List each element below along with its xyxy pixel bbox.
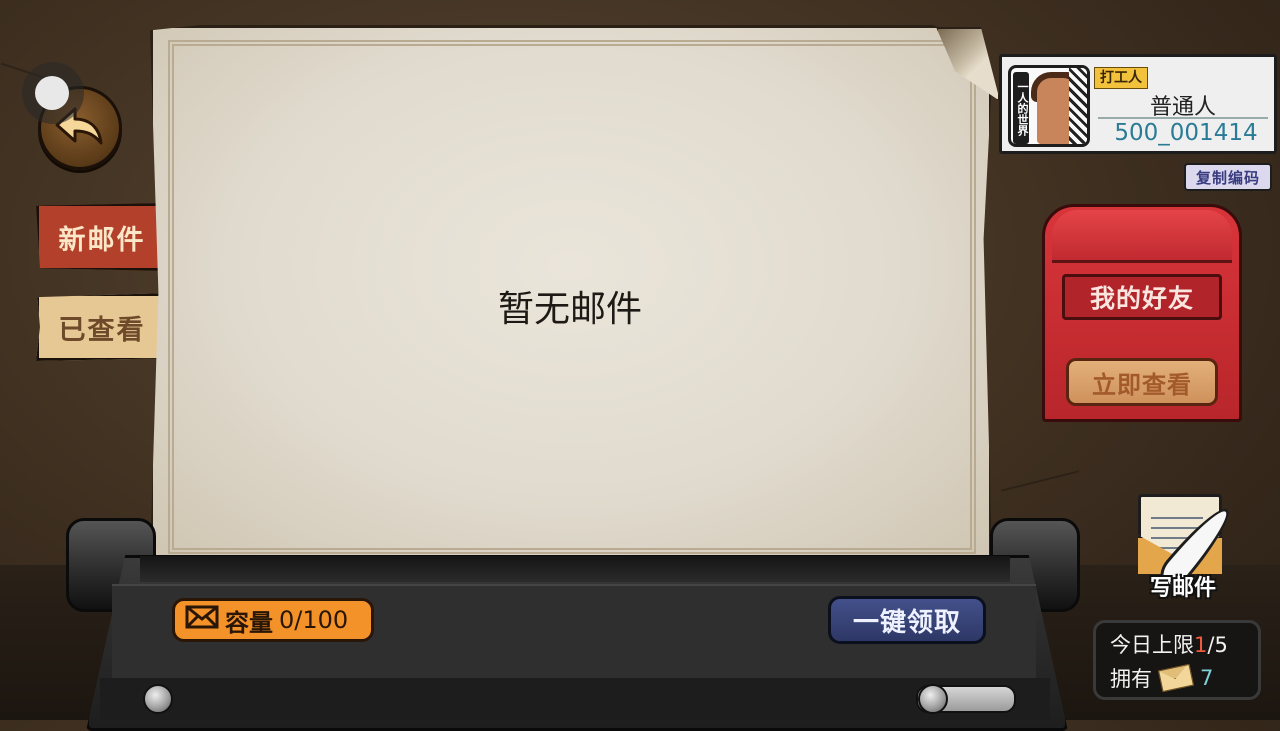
daily-limit-used: 1 (1194, 633, 1208, 657)
daily-limit-total: /5 (1207, 633, 1228, 657)
tab-viewed[interactable]: 已查看 (36, 293, 168, 361)
daily-limit-panel: 今日上限1/5 拥有 7 (1093, 620, 1261, 700)
own-label: 拥有 (1110, 667, 1152, 691)
touch-indicator (22, 62, 84, 124)
mail-stamp-icon (1158, 663, 1194, 693)
mail-capacity: 容量 0/100 (172, 598, 374, 642)
copy-code-button[interactable]: 复制编码 (1184, 163, 1272, 191)
wall-crack (1000, 470, 1080, 492)
daily-limit-row: 今日上限1/5 (1110, 629, 1228, 659)
job-tag: 打工人 (1094, 67, 1148, 89)
divider (1098, 117, 1268, 119)
write-mail-button[interactable]: 写邮件 (1124, 484, 1252, 602)
mailbox-lid (1052, 210, 1232, 263)
player-id: 500_001414 (1114, 120, 1258, 146)
empty-mail-message: 暂无邮件 (497, 289, 642, 330)
stamp-count: 7 (1200, 666, 1214, 690)
capacity-label: 容量 (225, 608, 273, 637)
claim-all-button[interactable]: 一键领取 (828, 596, 986, 644)
capacity-value: 0/100 (279, 606, 349, 634)
typewriter-knob-right (918, 684, 948, 714)
daily-limit-label: 今日上限 (1110, 633, 1194, 657)
typewriter-slot (140, 556, 1010, 582)
player-card: 一人的世界 打工人 普通人 500_001414 (999, 54, 1277, 154)
tab-new-mail[interactable]: 新邮件 (36, 203, 168, 271)
typewriter-knob-left (143, 684, 173, 714)
write-mail-label: 写邮件 (1149, 576, 1216, 601)
view-now-button[interactable]: 立即查看 (1066, 358, 1218, 406)
stamp-count-row: 拥有 7 (1110, 663, 1213, 693)
avatar[interactable]: 一人的世界 (1008, 65, 1090, 147)
envelope-icon (185, 605, 219, 635)
avatar-caption: 一人的世界 (1013, 72, 1029, 144)
my-friends-label: 我的好友 (1062, 274, 1222, 320)
typewriter-bottom (100, 678, 1050, 720)
